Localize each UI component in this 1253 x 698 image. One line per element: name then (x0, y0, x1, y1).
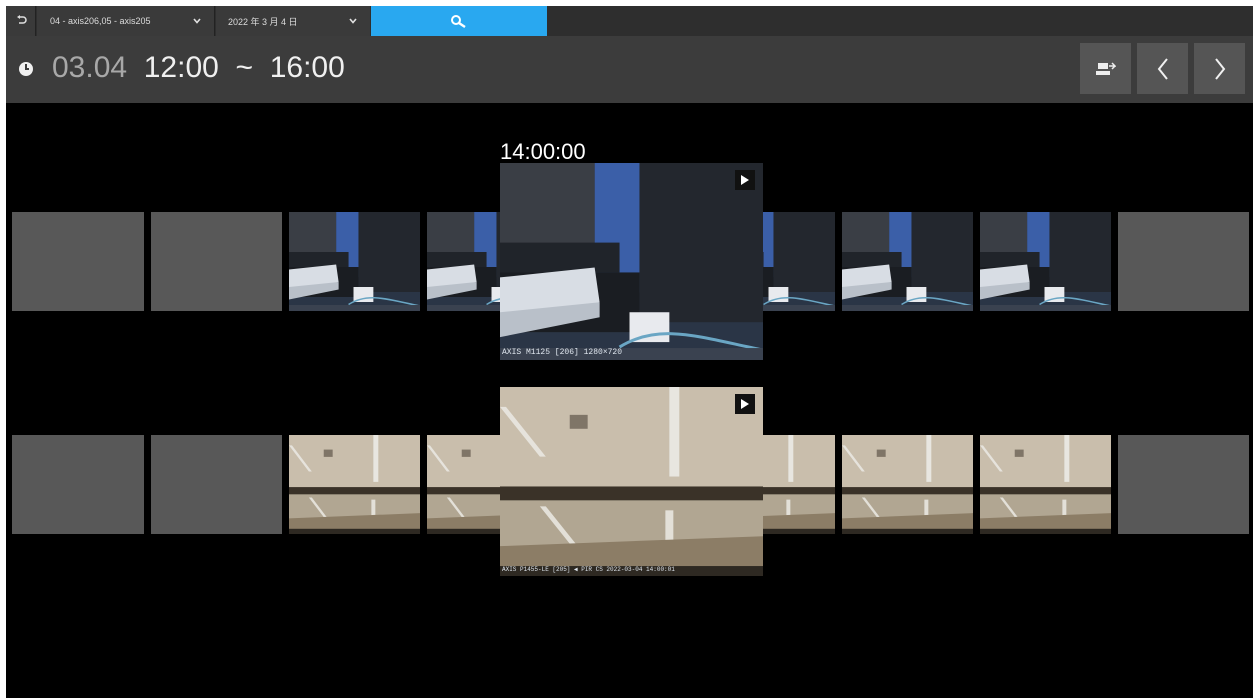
back-button[interactable] (6, 6, 36, 36)
date-selector-label: 2022 年 3 月 4 日 (228, 16, 298, 27)
thumbnail-empty[interactable] (151, 212, 282, 311)
camera1-thumbnail[interactable] (842, 212, 973, 311)
camera2-thumbnail[interactable] (842, 435, 973, 534)
chevron-down-icon (349, 18, 357, 24)
camera2-thumbnail[interactable] (763, 435, 835, 534)
camera1-overlay-text: AXIS M1125 [206] 1280×720 (502, 348, 623, 357)
play-button[interactable] (735, 394, 755, 414)
time-range-bar: 03.04 12:00 ~ 16:00 (6, 36, 1253, 103)
camera2-thumbnail[interactable] (427, 435, 500, 534)
camera2-snapshot (842, 435, 973, 534)
range-end: 16:00 (269, 51, 345, 84)
camera1-snapshot (289, 212, 420, 311)
camera2-thumbnail[interactable] (289, 435, 420, 534)
search-icon (451, 15, 466, 28)
camera1-thumbnail[interactable] (289, 212, 420, 311)
range-date: 03.04 (52, 51, 128, 84)
camera1-preview[interactable]: AXIS M1125 [206] 1280×720 (500, 163, 763, 360)
camera1-snapshot (842, 212, 973, 311)
top-toolbar: 04 - axis206,05 - axis205 2022 年 3 月 4 日 (6, 6, 1253, 36)
range-start: 12:00 (143, 51, 219, 84)
playback-view: 04 - axis206,05 - axis205 2022 年 3 月 4 日… (6, 6, 1253, 698)
chevron-right-icon (1214, 57, 1225, 80)
camera1-preview-image (500, 163, 763, 360)
camera2-snapshot (427, 435, 500, 534)
export-button[interactable] (1080, 43, 1131, 94)
preview-time-label: 14:00:00 (500, 139, 586, 164)
camera1-snapshot (763, 212, 835, 311)
thumbnail-empty[interactable] (12, 435, 144, 534)
camera2-snapshot (289, 435, 420, 534)
time-range-label: 03.04 12:00 ~ 16:00 (52, 50, 345, 86)
camera2-thumbnail[interactable] (980, 435, 1111, 534)
camera2-preview-image (500, 387, 763, 576)
camera2-overlay-text: AXIS P1455-LE [205] ◀ PIR CS 2022-03-04 … (502, 566, 675, 573)
search-button[interactable] (371, 6, 547, 36)
camera1-snapshot (427, 212, 500, 311)
camera-selector[interactable]: 04 - axis206,05 - axis205 (37, 6, 215, 36)
thumbnail-empty[interactable] (1118, 212, 1249, 311)
chevron-down-icon (193, 18, 201, 24)
back-arrow-icon (16, 15, 27, 24)
thumbnail-empty[interactable] (1118, 435, 1249, 534)
camera-selector-label: 04 - axis206,05 - axis205 (50, 16, 151, 26)
range-separator: ~ (235, 51, 254, 84)
camera2-snapshot (763, 435, 835, 534)
thumbnail-empty[interactable] (12, 212, 144, 311)
camera1-thumbnail[interactable] (763, 212, 835, 311)
clock-icon (19, 62, 33, 76)
play-button[interactable] (735, 170, 755, 190)
camera2-snapshot (980, 435, 1111, 534)
camera1-snapshot (980, 212, 1111, 311)
chevron-left-icon (1157, 57, 1168, 80)
date-selector[interactable]: 2022 年 3 月 4 日 (216, 6, 370, 36)
play-icon (741, 399, 749, 409)
thumbnail-empty[interactable] (151, 435, 282, 534)
camera1-thumbnail[interactable] (427, 212, 500, 311)
previous-range-button[interactable] (1137, 43, 1188, 94)
camera2-preview[interactable]: AXIS P1455-LE [205] ◀ PIR CS 2022-03-04 … (500, 387, 763, 576)
play-icon (741, 175, 749, 185)
next-range-button[interactable] (1194, 43, 1245, 94)
export-icon (1095, 61, 1116, 75)
camera1-thumbnail[interactable] (980, 212, 1111, 311)
